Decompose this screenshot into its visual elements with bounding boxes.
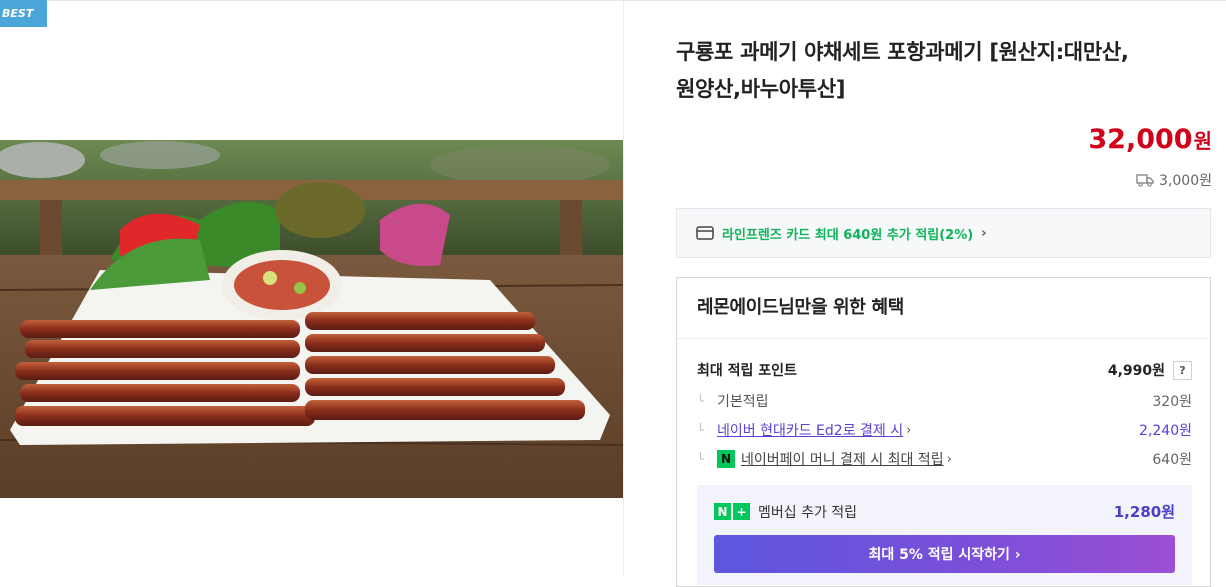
help-icon[interactable]: ? bbox=[1173, 360, 1192, 380]
card-promo-banner[interactable]: 라인프렌즈 카드 최대 640원 추가 적립(2%) › bbox=[676, 208, 1211, 258]
membership-value: 1,280원 bbox=[1113, 503, 1175, 521]
npay-money-row: └ N 네이버페이 머니 결제 시 최대 적립 › 640원 bbox=[697, 449, 1192, 469]
naver-pay-icon: N bbox=[717, 450, 735, 468]
basic-points-row: └ 기본적립 320원 bbox=[697, 391, 1192, 411]
credit-card-icon bbox=[696, 226, 714, 240]
top-rule bbox=[0, 0, 1226, 1]
hyundai-card-link[interactable]: 네이버 현대카드 Ed2로 결제 시 bbox=[717, 420, 903, 440]
chevron-right-icon: › bbox=[981, 225, 987, 241]
column-divider bbox=[623, 0, 624, 576]
naver-n-icon: N bbox=[714, 503, 731, 520]
card-promo-text: 라인프렌즈 카드 최대 640원 추가 적립(2%) bbox=[722, 227, 974, 243]
max-points-value: 4,990원 bbox=[1107, 363, 1165, 379]
best-badge: BEST bbox=[0, 0, 47, 27]
product-photo-illustration bbox=[0, 140, 623, 498]
membership-box: N + 멤버십 추가 적립 1,280원 최대 5% 적립 시작하기 › bbox=[697, 485, 1192, 585]
hyundai-card-row: └ 네이버 현대카드 Ed2로 결제 시 › 2,240원 bbox=[697, 420, 1192, 440]
naver-plus-logo-icon: N + bbox=[714, 503, 750, 520]
chevron-right-icon: › bbox=[946, 451, 952, 467]
npay-money-value: 640원 bbox=[1152, 452, 1192, 468]
product-title-line1: 구룡포 과메기 야채세트 포항과메기 [원산지:대만산, bbox=[676, 40, 1129, 64]
tree-branch-icon: └ bbox=[697, 394, 705, 408]
truck-icon bbox=[1136, 174, 1154, 187]
benefit-panel: 레몬에이드님만을 위한 혜택 최대 적립 포인트 4,990원 ? └ 기본적립… bbox=[676, 277, 1211, 587]
product-title-line2: 원양산,바누아투산] bbox=[676, 77, 846, 101]
hyundai-card-value: 2,240원 bbox=[1139, 423, 1192, 439]
benefit-title: 레몬에이드님만을 위한 혜택 bbox=[677, 278, 1210, 339]
basic-points-label: 기본적립 bbox=[717, 394, 769, 410]
product-image[interactable] bbox=[0, 140, 623, 498]
basic-points-value: 320원 bbox=[1152, 394, 1192, 410]
plus-icon: + bbox=[733, 503, 750, 520]
shipping-fee-text: 3,000원 bbox=[1159, 173, 1212, 189]
price-value: 32,000 bbox=[1088, 124, 1193, 155]
chevron-right-icon: › bbox=[906, 422, 912, 438]
tree-branch-icon: └ bbox=[697, 423, 705, 437]
product-title: 구룡포 과메기 야채세트 포항과메기 [원산지:대만산, 원양산,바누아투산] bbox=[676, 34, 1206, 108]
tree-branch-icon: └ bbox=[697, 452, 705, 466]
product-price: 32,000원 bbox=[1088, 124, 1212, 155]
max-points-row: 최대 적립 포인트 4,990원 ? bbox=[697, 360, 1192, 380]
membership-label: 멤버십 추가 적립 bbox=[758, 504, 858, 521]
npay-money-link[interactable]: 네이버페이 머니 결제 시 최대 적립 bbox=[741, 449, 944, 469]
price-unit: 원 bbox=[1193, 129, 1212, 153]
start-points-button[interactable]: 최대 5% 적립 시작하기 › bbox=[714, 535, 1175, 573]
membership-row: N + 멤버십 추가 적립 1,280원 bbox=[714, 501, 1175, 522]
shipping-fee: 3,000원 bbox=[1136, 170, 1212, 190]
max-points-label: 최대 적립 포인트 bbox=[697, 363, 797, 379]
